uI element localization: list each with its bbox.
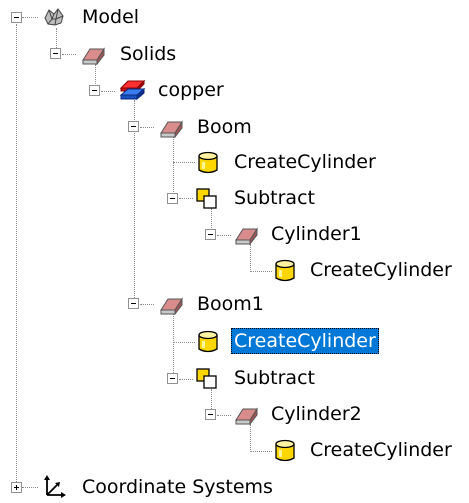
tree-item-boom-subtract[interactable]: Subtract <box>231 185 318 211</box>
tree-connector <box>179 198 193 199</box>
collapse-cylinder1-toggle[interactable] <box>205 229 216 240</box>
coordinate-axes-icon <box>41 474 67 498</box>
model-icon <box>41 6 67 28</box>
tree-item-cylinder2-create-cylinder[interactable]: CreateCylinder <box>307 437 455 463</box>
tree-item-cylinder1[interactable]: Cylinder1 <box>268 221 365 247</box>
tree-connector <box>173 136 174 196</box>
tree-connector <box>173 162 195 163</box>
tree-connector <box>101 91 115 92</box>
collapse-cylinder2-toggle[interactable] <box>205 409 216 420</box>
tree-item-boom1-create-cylinder[interactable]: CreateCylinder <box>231 328 379 354</box>
tree-item-coordinate-systems[interactable]: Coordinate Systems <box>79 474 276 500</box>
subtract-icon <box>195 187 221 209</box>
tree-connector <box>173 342 195 343</box>
tree-connector <box>22 487 38 488</box>
expand-coordinate-systems-toggle[interactable] <box>11 482 22 493</box>
tree-connector <box>62 54 76 55</box>
tree-connector <box>217 415 231 416</box>
collapse-boom1-toggle[interactable] <box>128 298 139 309</box>
tree-connector <box>16 24 17 488</box>
solid-body-icon <box>233 223 259 246</box>
tree-connector <box>217 235 231 236</box>
tree-item-copper[interactable]: copper <box>155 77 227 103</box>
tree-connector <box>250 244 251 272</box>
solid-body-icon <box>233 403 259 426</box>
cylinder-icon <box>272 259 298 282</box>
solid-group-icon <box>80 43 106 66</box>
tree-connector <box>179 379 193 380</box>
solid-body-icon <box>158 116 184 139</box>
tree-item-model[interactable]: Model <box>79 4 142 30</box>
tree-item-boom-create-cylinder[interactable]: CreateCylinder <box>231 149 379 175</box>
tree-connector <box>22 17 38 18</box>
tree-item-cylinder2[interactable]: Cylinder2 <box>268 401 365 427</box>
subtract-icon <box>195 367 221 389</box>
tree-item-boom1-subtract[interactable]: Subtract <box>231 365 318 391</box>
cylinder-icon <box>272 439 298 462</box>
collapse-solids-toggle[interactable] <box>50 48 61 59</box>
collapse-copper-toggle[interactable] <box>89 85 100 96</box>
tree-item-solids[interactable]: Solids <box>117 41 179 67</box>
material-icon <box>117 79 146 101</box>
tree-connector <box>140 127 154 128</box>
tree-item-boom[interactable]: Boom <box>194 114 255 140</box>
tree-connector <box>173 313 174 379</box>
collapse-boom-subtract-toggle[interactable] <box>167 193 178 204</box>
collapse-boom1-subtract-toggle[interactable] <box>167 373 178 384</box>
solid-body-icon <box>158 293 184 316</box>
cylinder-icon <box>195 330 221 353</box>
collapse-model-toggle[interactable] <box>11 12 22 23</box>
tree-item-cylinder1-create-cylinder[interactable]: CreateCylinder <box>307 257 455 283</box>
tree-connector <box>250 424 251 452</box>
tree-item-boom1[interactable]: Boom1 <box>194 291 267 317</box>
tree-connector <box>140 304 154 305</box>
collapse-boom-toggle[interactable] <box>128 121 139 132</box>
tree-connector <box>250 271 272 272</box>
tree-connector <box>250 451 272 452</box>
model-tree: Model Solids copper Boom CreateCylinder … <box>0 0 469 503</box>
cylinder-icon <box>195 151 221 174</box>
